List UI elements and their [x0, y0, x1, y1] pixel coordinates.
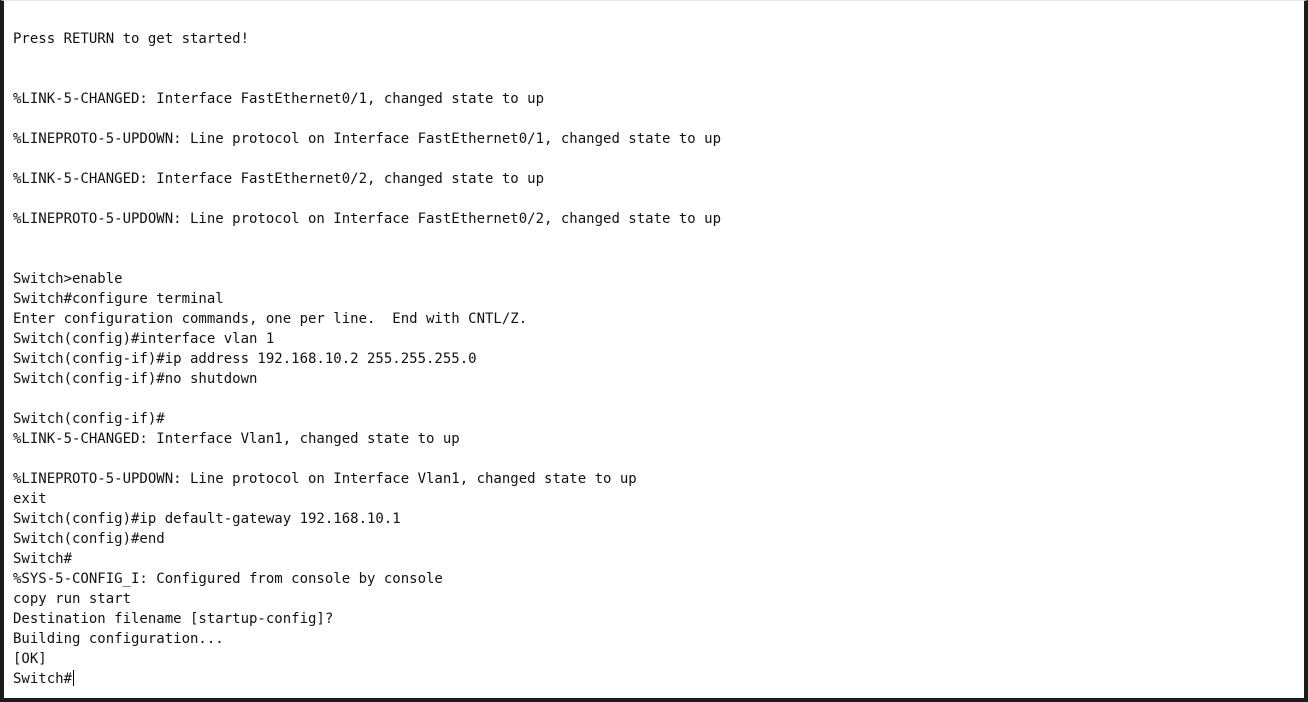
cli-window: Press RETURN to get started! %LINK-5-CHAN… [0, 0, 1308, 702]
console-line: %LINEPROTO-5-UPDOWN: Line protocol on In… [13, 211, 722, 227]
console-line: copy run start [13, 591, 132, 607]
console-line: Switch#configure terminal [13, 291, 224, 307]
console-line: Switch(config-if)# [13, 411, 165, 427]
console-line: %LINK-5-CHANGED: Interface FastEthernet0… [13, 171, 545, 187]
console-prompt: Switch# [13, 671, 73, 687]
console-line: %LINEPROTO-5-UPDOWN: Line protocol on In… [13, 131, 722, 147]
console-output[interactable]: Press RETURN to get started! %LINK-5-CHAN… [13, 29, 1296, 690]
text-cursor [73, 670, 75, 686]
console-line: Switch(config)#end [13, 531, 165, 547]
console-prompt-line[interactable]: Switch# [13, 669, 1296, 689]
console-line: Switch(config-if)#no shutdown [13, 371, 258, 387]
console-line: Destination filename [startup-config]? [13, 611, 334, 627]
console-line: Enter configuration commands, one per li… [13, 311, 528, 327]
console-line: Press RETURN to get started! [13, 31, 250, 47]
console-line: %LINK-5-CHANGED: Interface Vlan1, change… [13, 431, 460, 447]
console-line: [OK] [13, 651, 47, 667]
console-line: Switch(config-if)#ip address 192.168.10.… [13, 351, 477, 367]
console-line: Switch(config)#interface vlan 1 [13, 331, 275, 347]
console-line: %LINK-5-CHANGED: Interface FastEthernet0… [13, 91, 545, 107]
console-line: Switch# [13, 551, 73, 567]
console-line: Switch>enable [13, 271, 123, 287]
console-line: Building configuration... [13, 631, 224, 647]
console-line: %SYS-5-CONFIG_I: Configured from console… [13, 571, 443, 587]
console-line: exit [13, 491, 47, 507]
console-line: %LINEPROTO-5-UPDOWN: Line protocol on In… [13, 471, 637, 487]
console-line: Switch(config)#ip default-gateway 192.16… [13, 511, 401, 527]
